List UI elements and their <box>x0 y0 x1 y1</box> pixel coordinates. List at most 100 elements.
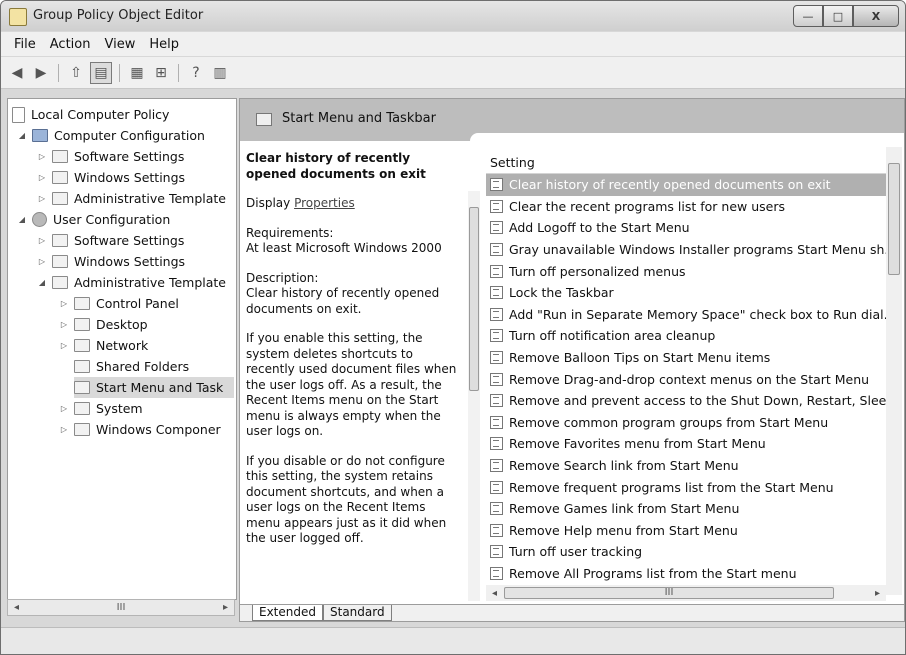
extended-view-icon[interactable]: ▥ <box>210 63 230 83</box>
policy-setting-icon <box>490 437 503 451</box>
scroll-thumb-grip[interactable]: III <box>117 602 126 613</box>
close-button[interactable]: X <box>853 5 899 27</box>
list-item[interactable]: Remove Help menu from Start Menu <box>486 520 886 542</box>
tree-item-network[interactable]: ▷ Network <box>58 335 148 356</box>
list-item[interactable]: Turn off user tracking <box>486 541 886 563</box>
column-header-setting[interactable]: Setting <box>486 153 886 174</box>
list-horizontal-scrollbar[interactable]: ◂ III ▸ <box>486 585 886 601</box>
tree-item-windows-settings[interactable]: ▷ Windows Settings <box>36 251 185 272</box>
list-item-label: Add "Run in Separate Memory Space" check… <box>509 306 886 322</box>
expand-arrow-icon[interactable]: ▷ <box>36 194 48 203</box>
tree-item-windows-components[interactable]: ▷ Windows Componer <box>58 419 221 440</box>
toolbar-separator <box>58 63 59 82</box>
collapse-arrow-icon[interactable]: ◢ <box>16 131 28 140</box>
collapse-arrow-icon[interactable]: ◢ <box>36 278 48 287</box>
scroll-left-arrow-icon[interactable]: ◂ <box>14 602 19 613</box>
description-scroll-thumb[interactable] <box>469 207 479 391</box>
tree-item-software-settings[interactable]: ▷ Software Settings <box>36 230 184 251</box>
list-item[interactable]: Remove Search link from Start Menu <box>486 455 886 477</box>
list-item[interactable]: Remove and prevent access to the Shut Do… <box>486 390 886 412</box>
expand-arrow-icon[interactable]: ▷ <box>58 404 70 413</box>
tree-item-label: Shared Folders <box>96 359 190 374</box>
export-list-icon[interactable]: ▦ <box>127 63 147 83</box>
expand-arrow-icon[interactable]: ▷ <box>36 236 48 245</box>
folder-icon <box>52 255 68 268</box>
list-item[interactable]: Gray unavailable Windows Installer progr… <box>486 239 886 261</box>
list-item[interactable]: Remove Favorites menu from Start Menu <box>486 433 886 455</box>
maximize-button[interactable]: □ <box>823 5 853 27</box>
tree-item-start-menu-and-taskbar[interactable]: Start Menu and Task <box>74 377 234 398</box>
menu-action[interactable]: Action <box>43 35 98 54</box>
tree-item-control-panel[interactable]: ▷ Control Panel <box>58 293 179 314</box>
list-item[interactable]: Turn off personalized menus <box>486 260 886 282</box>
menu-file[interactable]: File <box>7 35 43 54</box>
settings-list[interactable]: Setting Clear history of recently opened… <box>486 153 886 593</box>
expand-arrow-icon[interactable]: ▷ <box>58 341 70 350</box>
expand-arrow-icon[interactable]: ▷ <box>36 257 48 266</box>
back-arrow-icon[interactable]: ◀ <box>7 63 27 83</box>
tree-item-system[interactable]: ▷ System <box>58 398 143 419</box>
expand-arrow-icon[interactable]: ▷ <box>58 320 70 329</box>
tree-item-label: Windows Settings <box>74 254 186 269</box>
menu-help[interactable]: Help <box>142 35 186 54</box>
list-scroll-thumb[interactable] <box>888 163 900 275</box>
list-item[interactable]: Add Logoff to the Start Menu <box>486 217 886 239</box>
list-item[interactable]: Lock the Taskbar <box>486 282 886 304</box>
menu-view[interactable]: View <box>97 35 142 54</box>
tree-item-windows-settings[interactable]: ▷ Windows Settings <box>36 167 185 188</box>
list-item-label: Turn off notification area cleanup <box>509 328 716 344</box>
tree-item-administrative-templates[interactable]: ▷ Administrative Template <box>36 188 226 209</box>
tree-item-administrative-templates[interactable]: ◢ Administrative Template <box>36 272 226 293</box>
tree-item-computer-configuration[interactable]: ◢ Computer Configuration <box>16 125 205 146</box>
list-item-label: Remove common program groups from Start … <box>509 414 829 430</box>
list-vertical-scrollbar[interactable] <box>886 147 902 595</box>
expand-arrow-icon[interactable]: ▷ <box>36 173 48 182</box>
scroll-right-arrow-icon[interactable]: ▸ <box>875 588 880 599</box>
tree-item-local-computer-policy[interactable]: Local Computer Policy <box>12 104 169 125</box>
folder-icon <box>74 360 90 373</box>
list-item[interactable]: Remove common program groups from Start … <box>486 412 886 434</box>
tab-extended[interactable]: Extended <box>252 605 323 621</box>
collapse-arrow-icon[interactable]: ◢ <box>16 215 28 224</box>
tab-standard[interactable]: Standard <box>323 605 392 621</box>
folder-icon <box>52 150 68 163</box>
tree-item-software-settings[interactable]: ▷ Software Settings <box>36 146 184 167</box>
list-item[interactable]: Add "Run in Separate Memory Space" check… <box>486 304 886 326</box>
tree-item-user-configuration[interactable]: ◢ User Configuration <box>16 209 170 230</box>
tree-item-shared-folders[interactable]: Shared Folders <box>74 356 189 377</box>
list-item[interactable]: Clear the recent programs list for new u… <box>486 196 886 218</box>
list-item[interactable]: Remove Balloon Tips on Start Menu items <box>486 347 886 369</box>
policy-setting-icon <box>490 523 503 537</box>
tree-item-desktop[interactable]: ▷ Desktop <box>58 314 148 335</box>
list-item[interactable]: Remove Drag-and-drop context menus on th… <box>486 368 886 390</box>
up-folder-icon[interactable]: ⇧ <box>66 63 86 83</box>
list-item[interactable]: Turn off notification area cleanup <box>486 325 886 347</box>
policy-setting-icon <box>490 199 503 213</box>
show-hide-tree-icon[interactable]: ▤ <box>90 61 112 84</box>
description-scrollbar[interactable] <box>468 191 480 601</box>
tree-horizontal-scrollbar[interactable]: ◂ III ▸ <box>7 599 235 616</box>
list-item-label: Clear the recent programs list for new u… <box>509 198 785 214</box>
expand-arrow-icon[interactable]: ▷ <box>58 425 70 434</box>
minimize-button[interactable]: — <box>793 5 823 27</box>
list-item-label: Remove Help menu from Start Menu <box>509 522 738 538</box>
title-bar[interactable]: Group Policy Object Editor — □ X <box>1 1 905 31</box>
list-item[interactable]: Remove Games link from Start Menu <box>486 498 886 520</box>
expand-arrow-icon[interactable]: ▷ <box>36 152 48 161</box>
tree-item-label: Start Menu and Task <box>96 380 224 395</box>
policy-setting-icon <box>490 545 503 559</box>
scroll-right-arrow-icon[interactable]: ▸ <box>223 602 228 613</box>
help-icon[interactable]: ? <box>186 63 206 83</box>
list-item[interactable]: Remove frequent programs list from the S… <box>486 476 886 498</box>
policy-tree[interactable]: Local Computer Policy ◢ Computer Configu… <box>7 98 237 600</box>
scroll-left-arrow-icon[interactable]: ◂ <box>492 588 497 599</box>
properties-link[interactable]: Properties <box>294 196 355 210</box>
list-hscroll-thumb[interactable]: III <box>504 587 834 599</box>
expand-arrow-icon[interactable]: ▷ <box>58 299 70 308</box>
list-item[interactable]: Clear history of recently opened documen… <box>486 174 886 196</box>
list-item[interactable]: Remove All Programs list from the Start … <box>486 563 886 585</box>
folder-icon <box>74 381 90 394</box>
properties-icon[interactable]: ⊞ <box>151 63 171 83</box>
folder-icon <box>74 297 90 310</box>
forward-arrow-icon[interactable]: ▶ <box>31 63 51 83</box>
